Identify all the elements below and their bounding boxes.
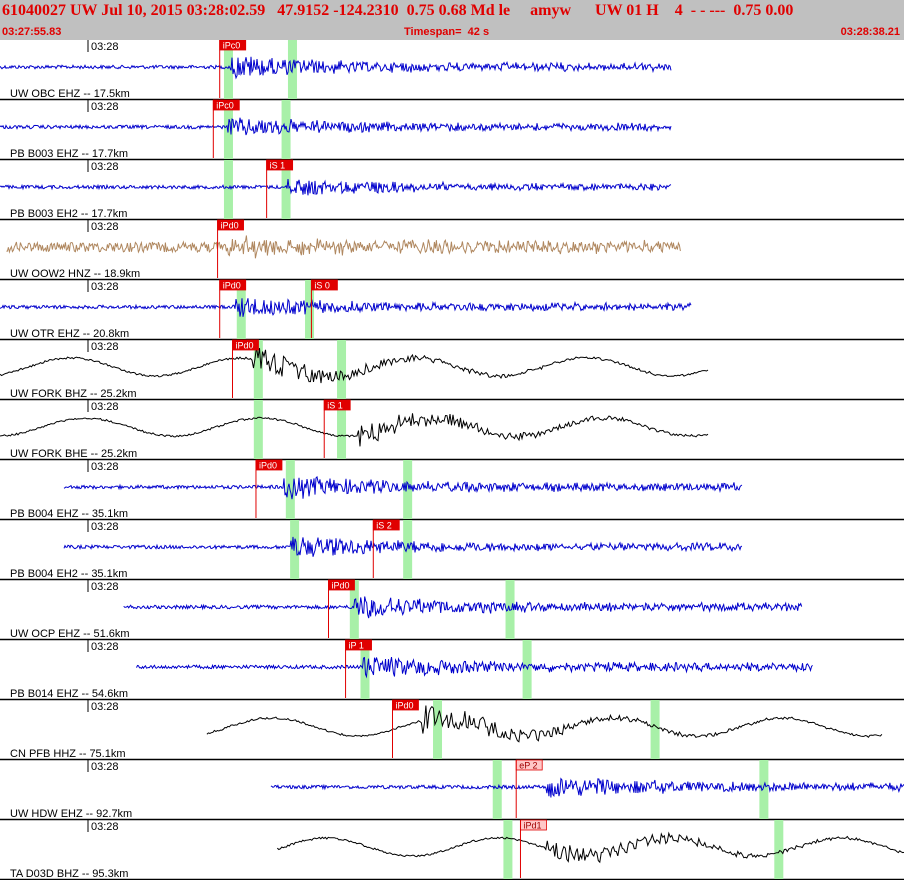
phase-pick-label: iS 1 [270, 161, 286, 171]
phase-pick-label: iS 1 [327, 401, 343, 411]
analysis-window [492, 760, 502, 819]
channel-panel[interactable]: 03:28 iS 1 PB B003 EH2 -- 17.7km [0, 159, 904, 221]
analysis-window [759, 760, 769, 819]
channel-panel[interactable]: 03:28 iPd1 TA D03D BHZ -- 95.3km [0, 819, 904, 880]
analysis-window [774, 820, 784, 879]
analysis-window [650, 700, 660, 759]
minute-tick-label: 03:28 [91, 521, 119, 533]
phase-pick-label: iPd0 [236, 341, 254, 351]
channel-label: PB B003 EH2 -- 17.7km [10, 208, 127, 220]
minute-tick-label: 03:28 [91, 761, 119, 773]
minute-tick-label: 03:28 [91, 641, 119, 653]
phase-pick-label: iS 0 [314, 281, 330, 291]
channel-panel[interactable]: 03:28 iPc0 UW OBC EHZ -- 17.5km [0, 40, 904, 101]
waveform-trace [123, 596, 803, 619]
channel-label: TA D03D BHZ -- 95.3km [10, 868, 128, 880]
channel-panel[interactable]: 03:28 iPd0 UW OCP EHZ -- 51.6km [0, 579, 904, 641]
phase-pick-label: iPd0 [395, 701, 413, 711]
channel-panel[interactable]: 03:28 eP 2 UW HDW EHZ -- 92.7km [0, 759, 904, 821]
analysis-window [522, 640, 532, 699]
waveform-trace [276, 831, 904, 864]
start-time: 03:27:55.83 [2, 26, 62, 38]
channel-panel[interactable]: 03:28 iPd0 CN PFB HHZ -- 75.1km [0, 699, 904, 761]
channel-label: PB B014 EHZ -- 54.6km [10, 688, 128, 700]
waveform-trace [6, 235, 681, 259]
phase-pick-label: iP 1 [349, 641, 364, 651]
analysis-window [403, 520, 413, 579]
minute-tick-label: 03:28 [91, 461, 119, 473]
minute-tick-label: 03:28 [91, 221, 119, 233]
analysis-window [337, 340, 347, 399]
minute-tick-label: 03:28 [91, 41, 119, 53]
analysis-window [223, 160, 233, 219]
minute-tick-label: 03:28 [91, 401, 119, 413]
channel-panel[interactable]: 03:28 iPd0 PB B004 EHZ -- 35.1km [0, 459, 904, 521]
channel-label: PB B004 EHZ -- 35.1km [10, 508, 128, 520]
waveform-trace [206, 705, 883, 743]
channel-panel[interactable]: 03:28 iPc0 PB B003 EHZ -- 17.7km [0, 99, 904, 161]
phase-pick-label: iPd0 [259, 461, 277, 471]
minute-tick-label: 03:28 [91, 101, 119, 113]
channel-label: UW OTR EHZ -- 20.8km [10, 328, 129, 340]
waveform-trace [63, 475, 743, 500]
channel-panel[interactable]: 03:28 iS 1 UW FORK BHE -- 25.2km [0, 399, 904, 461]
waveform-trace [0, 178, 672, 196]
channel-panel[interactable]: 03:28 iPd0 iS 0 UW OTR EHZ -- 20.8km [0, 279, 904, 341]
channel-label: PB B004 EH2 -- 35.1km [10, 568, 127, 580]
channel-label: UW OBC EHZ -- 17.5km [10, 88, 130, 100]
phase-pick-label: iPd0 [223, 281, 241, 291]
channel-label: UW OOW2 HNZ -- 18.9km [10, 268, 140, 280]
phase-pick-label: iPc0 [216, 101, 234, 111]
minute-tick-label: 03:28 [91, 701, 119, 713]
channel-label: UW FORK BHZ -- 25.2km [10, 388, 137, 400]
event-summary: 61040027 UW Jul 10, 2015 03:28:02.59 47.… [2, 2, 794, 19]
minute-tick-label: 03:28 [91, 161, 119, 173]
channel-panel[interactable]: 03:28 iPd0 UW FORK BHZ -- 25.2km [0, 339, 904, 401]
channel-panel[interactable]: 03:28 iP 1 PB B014 EHZ -- 54.6km [0, 639, 904, 701]
waveform-trace [136, 656, 813, 679]
phase-pick-label: iS 2 [376, 521, 392, 531]
phase-pick-label: eP 2 [519, 761, 537, 771]
waveform-trace [0, 413, 709, 447]
channel-label: UW HDW EHZ -- 92.7km [10, 808, 132, 820]
channel-panel[interactable]: 03:28 iPd0 UW OOW2 HNZ -- 18.9km [0, 219, 904, 281]
waveform-trace [0, 117, 672, 136]
phase-pick-label: iPd1 [523, 821, 541, 831]
channel-panel[interactable]: 03:28 iS 2 PB B004 EH2 -- 35.1km [0, 519, 904, 581]
waveform-trace [270, 777, 904, 798]
minute-tick-label: 03:28 [91, 821, 119, 833]
seismogram-panels[interactable]: 03:28 iPc0UW OBC EHZ -- 17.5km03:28 iPc0PB… [0, 40, 904, 880]
channel-label: CN PFB HHZ -- 75.1km [10, 748, 126, 760]
analysis-window [433, 700, 443, 759]
phase-pick-label: iPd0 [221, 221, 239, 231]
minute-tick-label: 03:28 [91, 581, 119, 593]
channel-label: PB B003 EHZ -- 17.7km [10, 148, 128, 160]
channel-label: UW FORK BHE -- 25.2km [10, 448, 137, 460]
phase-pick-label: iPc0 [223, 41, 241, 51]
phase-pick-label: iPd0 [331, 581, 349, 591]
end-time: 03:28:38.21 [840, 26, 900, 38]
timespan-label: Timespan= 42 s [404, 26, 490, 38]
event-header: 61040027 UW Jul 10, 2015 03:28:02.59 47.… [0, 0, 904, 40]
analysis-window [253, 400, 263, 459]
waveform-trace [63, 536, 743, 557]
minute-tick-label: 03:28 [91, 341, 119, 353]
waveform-trace [0, 56, 672, 80]
analysis-window [503, 820, 513, 879]
waveform-trace [0, 298, 692, 317]
channel-label: UW OCP EHZ -- 51.6km [10, 628, 130, 640]
minute-tick-label: 03:28 [91, 281, 119, 293]
